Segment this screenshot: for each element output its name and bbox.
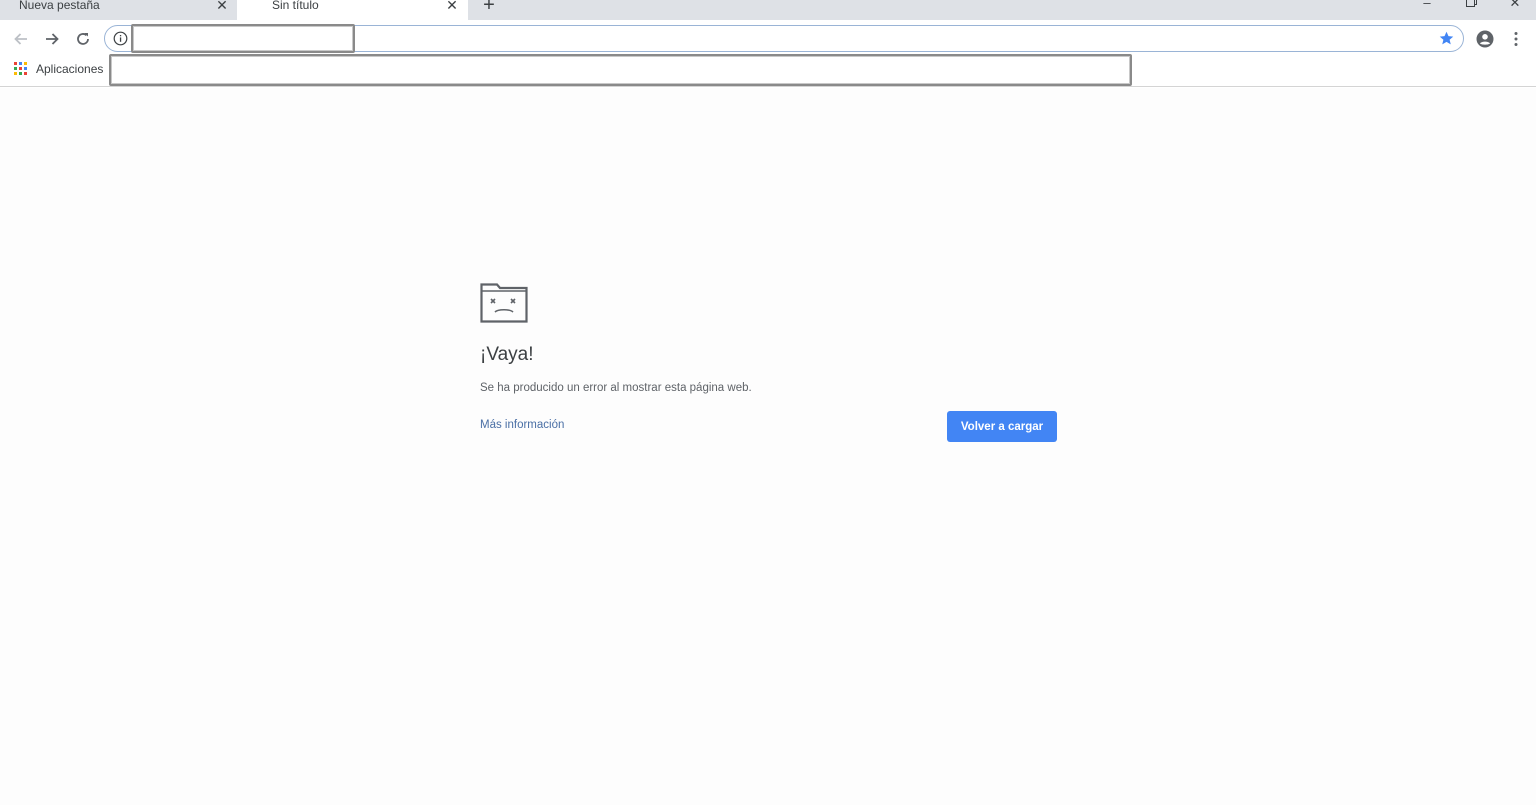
tab-sin-titulo[interactable]: Sin título ✕ <box>237 0 468 20</box>
reload-button[interactable]: Volver a cargar <box>947 411 1057 442</box>
error-message: Se ha producido un error al mostrar esta… <box>480 382 752 394</box>
redacted-url <box>131 24 355 53</box>
arrow-left-icon[interactable] <box>10 28 32 50</box>
tab-title: Nueva pestaña <box>19 0 100 12</box>
error-page: ¡Vaya! Se ha producido un error al mostr… <box>0 88 1536 805</box>
info-icon[interactable] <box>113 31 128 46</box>
new-tab-plus-icon[interactable]: + <box>480 0 498 15</box>
kebab-menu-icon[interactable] <box>1508 29 1524 49</box>
address-bar[interactable] <box>104 24 1464 53</box>
close-icon[interactable]: ✕ <box>445 0 459 13</box>
tab-nueva-pestana[interactable]: Nueva pestaña ✕ <box>0 0 236 20</box>
restore-icon[interactable] <box>1461 0 1481 10</box>
reload-icon[interactable] <box>72 28 94 50</box>
redacted-bookmarks <box>109 54 1132 86</box>
minimize-icon[interactable]: – <box>1417 0 1437 10</box>
browser-toolbar <box>0 20 1536 58</box>
tab-strip: Nueva pestaña ✕ Sin título ✕ + – ✕ <box>0 0 1536 20</box>
tab-title: Sin título <box>272 0 319 12</box>
window-close-icon[interactable]: ✕ <box>1505 0 1525 10</box>
bookmarks-bar: Aplicaciones <box>0 54 1536 87</box>
learn-more-link[interactable]: Más información <box>480 419 564 431</box>
apps-grid-icon[interactable] <box>14 62 27 75</box>
sad-folder-icon <box>480 283 528 323</box>
apps-bookmark[interactable]: Aplicaciones <box>36 62 103 76</box>
error-heading: ¡Vaya! <box>480 344 534 365</box>
arrow-right-icon[interactable] <box>41 28 63 50</box>
account-icon[interactable] <box>1475 29 1495 49</box>
close-icon[interactable]: ✕ <box>215 0 229 13</box>
star-icon[interactable] <box>1438 30 1455 47</box>
